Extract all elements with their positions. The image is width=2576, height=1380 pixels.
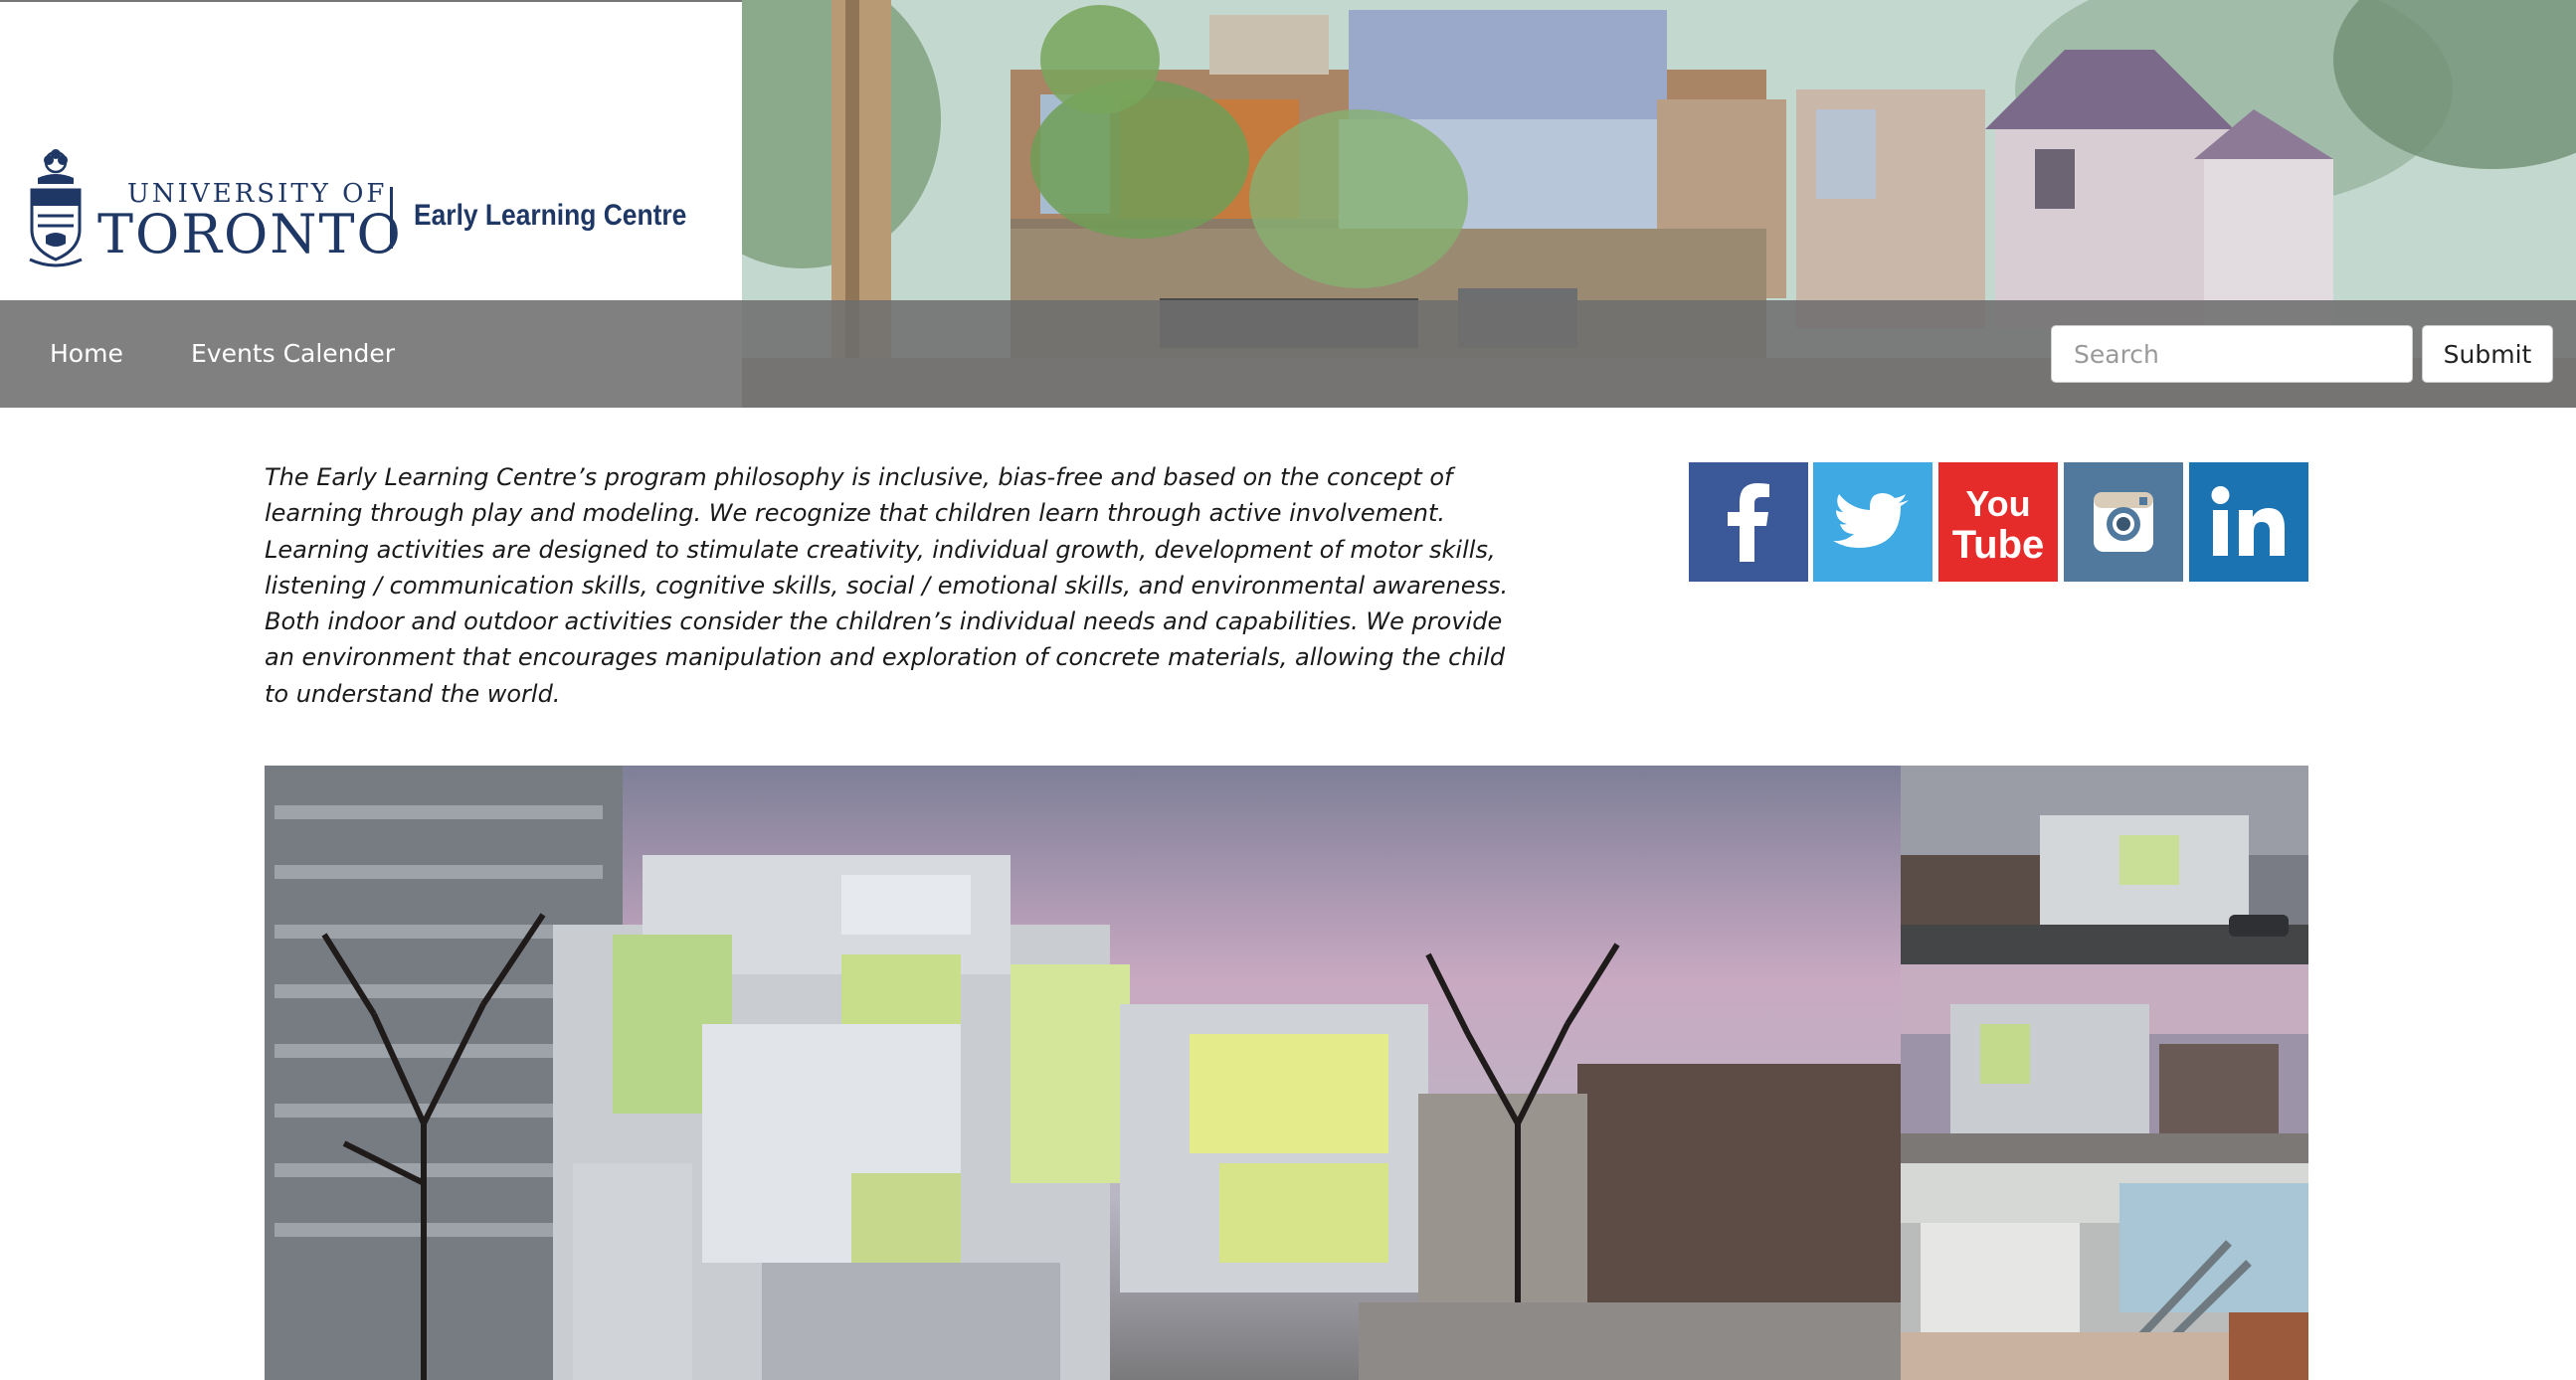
- intro-line: listening / communication skills, cognit…: [265, 571, 1509, 600]
- intro-line: learning through play and modeling. We r…: [265, 499, 1445, 528]
- gallery-thumbnail[interactable]: [1901, 1163, 2308, 1380]
- university-crest-icon: [29, 149, 83, 267]
- thumbnail-photo: [1901, 1163, 2308, 1380]
- gallery-main-photo[interactable]: [265, 766, 1901, 1380]
- centre-name: Early Learning Centre: [414, 199, 687, 232]
- instagram-icon: [2064, 462, 2183, 582]
- university-name: TORONTO: [97, 203, 403, 265]
- twitter-icon: [1813, 462, 1932, 582]
- intro-line: to understand the world.: [265, 679, 561, 708]
- building-photo: [265, 766, 1901, 1380]
- logo-divider: [390, 187, 393, 249]
- youtube-button[interactable]: You Tube: [1938, 462, 2058, 582]
- intro-line: an environment that encourages manipulat…: [265, 643, 1506, 672]
- facebook-button[interactable]: [1689, 462, 1808, 582]
- twitter-button[interactable]: [1813, 462, 1932, 582]
- linkedin-icon: [2189, 462, 2308, 582]
- nav-events-calender-link[interactable]: Events Calender: [191, 300, 395, 408]
- intro-line: Learning activities are designed to stim…: [265, 535, 1496, 564]
- youtube-text-top: You: [1965, 483, 2030, 524]
- search-input[interactable]: [2051, 325, 2413, 383]
- thumbnail-photo: [1901, 964, 2308, 1163]
- facebook-icon: [1689, 462, 1808, 582]
- intro-line: Both indoor and outdoor activities consi…: [265, 607, 1503, 636]
- thumbnail-photo: [1901, 766, 2308, 964]
- gallery-thumbnail[interactable]: [1901, 766, 2308, 964]
- gallery-thumbnail[interactable]: [1901, 964, 2308, 1163]
- youtube-text-bottom: Tube: [1952, 523, 2045, 567]
- search-submit-button[interactable]: Submit: [2422, 325, 2553, 383]
- linkedin-button[interactable]: [2189, 462, 2308, 582]
- intro-line: The Early Learning Centre’s program phil…: [265, 463, 1453, 491]
- site-header: UNIVERSITY OF TORONTO Early Learning Cen…: [0, 0, 2576, 408]
- instagram-button[interactable]: [2064, 462, 2183, 582]
- youtube-icon: You Tube: [1938, 462, 2058, 582]
- program-philosophy-text: The Early Learning Centre’s program phil…: [265, 459, 1509, 712]
- nav-home-link[interactable]: Home: [50, 300, 123, 408]
- logo[interactable]: UNIVERSITY OF TORONTO Early Learning Cen…: [0, 2, 742, 300]
